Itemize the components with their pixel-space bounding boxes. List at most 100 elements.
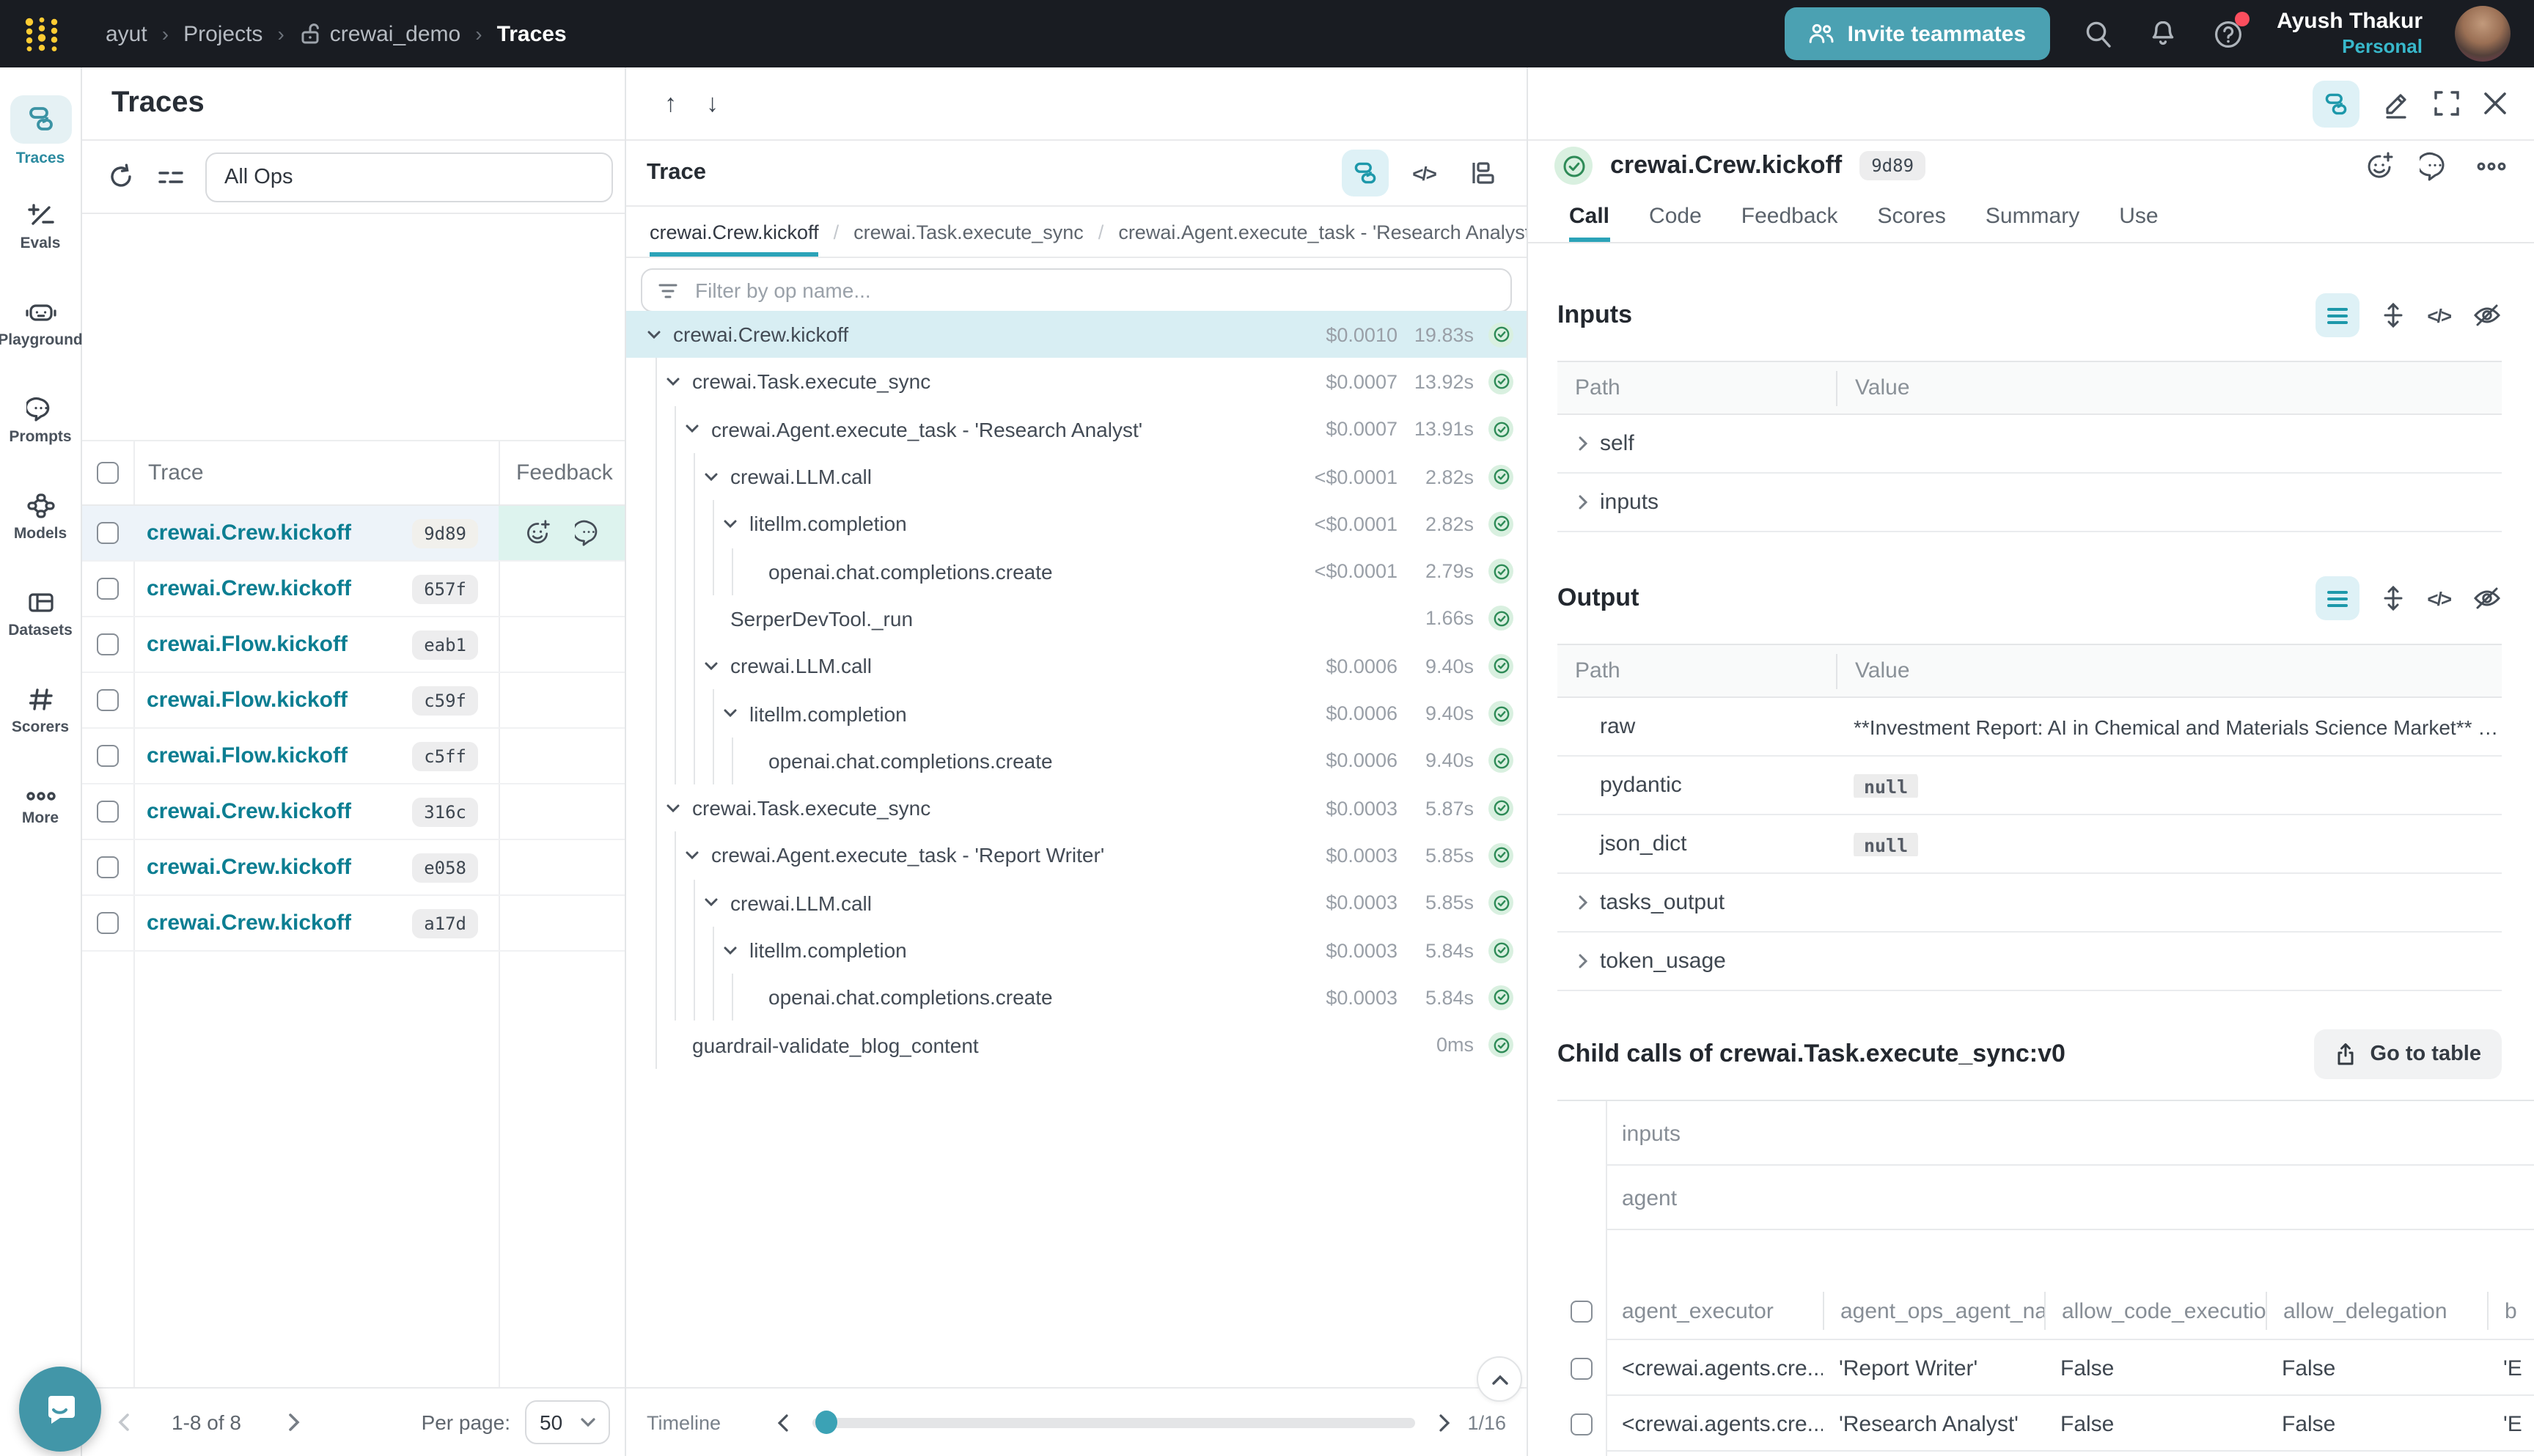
row-checkbox[interactable] [1571, 1357, 1593, 1379]
child-column-header[interactable]: b [2487, 1292, 2534, 1330]
row-checkbox[interactable] [97, 745, 119, 767]
chevron-down-icon[interactable] [704, 471, 719, 482]
chevron-right-icon[interactable] [1578, 953, 1588, 969]
call-tab-summary[interactable]: Summary [1986, 191, 2079, 242]
emoji-add-icon[interactable] [2364, 150, 2395, 181]
call-tree-row[interactable]: litellm.completion $0.0006 9.40s [626, 690, 1527, 738]
call-tree-row[interactable]: openai.chat.completions.create <$0.0001 … [626, 548, 1527, 595]
trace-crumb-tab[interactable]: crewai.Agent.execute_task - 'Research An… [1118, 207, 1527, 257]
fullscreen-icon[interactable] [2433, 89, 2461, 117]
kv-row[interactable]: token_usage [1557, 933, 2502, 991]
row-checkbox[interactable] [97, 633, 119, 655]
next-call-button[interactable]: ↓ [706, 89, 719, 118]
call-tree-row[interactable]: crewai.Agent.execute_task - 'Research An… [626, 405, 1527, 453]
trace-crumb-tab[interactable]: crewai.Crew.kickoff [650, 207, 819, 257]
timeline-handle[interactable] [815, 1411, 837, 1434]
trace-op-link[interactable]: crewai.Flow.kickoff [147, 632, 412, 657]
sidebar-item-more[interactable]: More [0, 760, 81, 856]
close-icon[interactable] [2483, 91, 2508, 116]
chevron-down-icon[interactable] [704, 897, 719, 908]
row-checkbox[interactable] [97, 856, 119, 878]
hide-icon[interactable] [2472, 304, 2502, 327]
row-checkbox[interactable] [97, 912, 119, 934]
chevron-down-icon[interactable] [723, 945, 738, 955]
trace-list-row[interactable]: crewai.Flow.kickoff c5ff [82, 729, 625, 784]
child-column-header[interactable]: allow_delegation [2266, 1292, 2487, 1330]
sidebar-item-datasets[interactable]: Datasets [0, 566, 81, 663]
trace-op-link[interactable]: crewai.Crew.kickoff [147, 855, 412, 880]
call-tree-row[interactable]: litellm.completion $0.0003 5.84s [626, 927, 1527, 974]
child-column-header[interactable]: agent_ops_agent_nan [1823, 1292, 2044, 1330]
chevron-down-icon[interactable] [647, 329, 661, 339]
next-page-icon[interactable] [288, 1412, 301, 1433]
row-checkbox[interactable] [97, 578, 119, 600]
chevron-down-icon[interactable] [666, 803, 680, 813]
call-tree-row[interactable]: crewai.Crew.kickoff $0.0010 19.83s [626, 311, 1527, 359]
breadcrumb-org[interactable]: ayut [106, 21, 147, 46]
flame-view-button[interactable] [1459, 150, 1506, 196]
sidebar-item-evals[interactable]: Evals [0, 179, 81, 276]
op-name-filter[interactable] [641, 268, 1512, 312]
kv-row[interactable]: json_dict null [1557, 815, 2502, 874]
call-tab-feedback[interactable]: Feedback [1741, 191, 1838, 242]
call-id-badge[interactable]: 9d89 [1859, 151, 1925, 180]
trace-list-row[interactable]: crewai.Crew.kickoff 316c [82, 784, 625, 840]
user-menu[interactable]: Ayush Thakur Personal [2277, 8, 2423, 59]
select-all-checkbox[interactable] [1571, 1300, 1593, 1322]
trace-op-link[interactable]: crewai.Flow.kickoff [147, 743, 412, 768]
emoji-add-icon[interactable] [523, 519, 551, 547]
code-icon[interactable]: </> [2427, 587, 2450, 609]
expand-rows-icon[interactable] [2381, 585, 2405, 611]
call-tab-use[interactable]: Use [2119, 191, 2158, 242]
select-all-checkbox[interactable] [97, 462, 119, 484]
row-checkbox[interactable] [97, 689, 119, 711]
ops-filter-select[interactable]: All Ops [205, 152, 613, 202]
child-column-header[interactable]: allow_code_execution [2044, 1292, 2266, 1330]
trace-list-row[interactable]: crewai.Crew.kickoff 9d89 [82, 506, 625, 562]
chevron-down-icon[interactable] [685, 424, 699, 434]
sidebar-item-models[interactable]: Models [0, 469, 81, 566]
kv-row[interactable]: self [1557, 415, 2502, 474]
chevron-down-icon[interactable] [685, 850, 699, 861]
trace-op-link[interactable]: crewai.Crew.kickoff [147, 799, 412, 824]
breadcrumb-page[interactable]: Traces [497, 21, 567, 46]
chevron-down-icon[interactable] [723, 708, 738, 718]
sidebar-item-scorers[interactable]: Scorers [0, 663, 81, 760]
call-tree-row[interactable]: crewai.LLM.call $0.0003 5.85s [626, 879, 1527, 927]
call-tree-row[interactable]: litellm.completion <$0.0001 2.82s [626, 500, 1527, 548]
list-view-button[interactable] [2316, 293, 2359, 337]
chevron-down-icon[interactable] [666, 377, 680, 387]
call-tree-row[interactable]: openai.chat.completions.create $0.0006 9… [626, 737, 1527, 784]
comment-icon[interactable] [574, 519, 602, 547]
expand-rows-icon[interactable] [2381, 302, 2405, 328]
chevron-down-icon[interactable] [704, 661, 719, 671]
code-view-button[interactable]: </> [1400, 150, 1447, 196]
overflow-menu-icon[interactable] [2475, 159, 2508, 172]
prev-call-button[interactable]: ↑ [664, 89, 677, 118]
prev-page-icon[interactable] [117, 1412, 131, 1433]
row-checkbox[interactable] [97, 801, 119, 823]
avatar[interactable] [2455, 6, 2511, 62]
trace-list-row[interactable]: crewai.Crew.kickoff 657f [82, 562, 625, 617]
tree-detail-button[interactable] [2313, 80, 2359, 127]
kv-row[interactable]: pydantic null [1557, 757, 2502, 815]
hide-icon[interactable] [2472, 587, 2502, 610]
trace-op-link[interactable]: crewai.Crew.kickoff [147, 521, 412, 545]
chevron-right-icon[interactable] [1578, 435, 1588, 452]
child-call-row[interactable]: <crewai.agents.cre...'Report Writer'Fals… [1557, 1340, 2534, 1396]
timeline-prev-icon[interactable] [776, 1413, 788, 1432]
child-column-header[interactable]: agent_executor [1606, 1292, 1823, 1330]
trace-list-row[interactable]: crewai.Flow.kickoff c59f [82, 673, 625, 729]
call-tree-row[interactable]: openai.chat.completions.create $0.0003 5… [626, 974, 1527, 1021]
help-icon[interactable] [2211, 17, 2244, 51]
sidebar-item-prompts[interactable]: Prompts [0, 372, 81, 469]
search-icon[interactable] [2082, 18, 2114, 50]
call-tree-row[interactable]: crewai.Agent.execute_task - 'Report Writ… [626, 832, 1527, 880]
trace-op-link[interactable]: crewai.Crew.kickoff [147, 576, 412, 601]
call-tree-row[interactable]: crewai.LLM.call $0.0006 9.40s [626, 642, 1527, 690]
trace-list-row[interactable]: crewai.Crew.kickoff e058 [82, 840, 625, 896]
call-tree-row[interactable]: crewai.Task.execute_sync $0.0003 5.87s [626, 784, 1527, 832]
breadcrumb-section[interactable]: Projects [183, 21, 262, 46]
bell-icon[interactable] [2146, 18, 2178, 50]
trace-list-row[interactable]: crewai.Flow.kickoff eab1 [82, 617, 625, 673]
